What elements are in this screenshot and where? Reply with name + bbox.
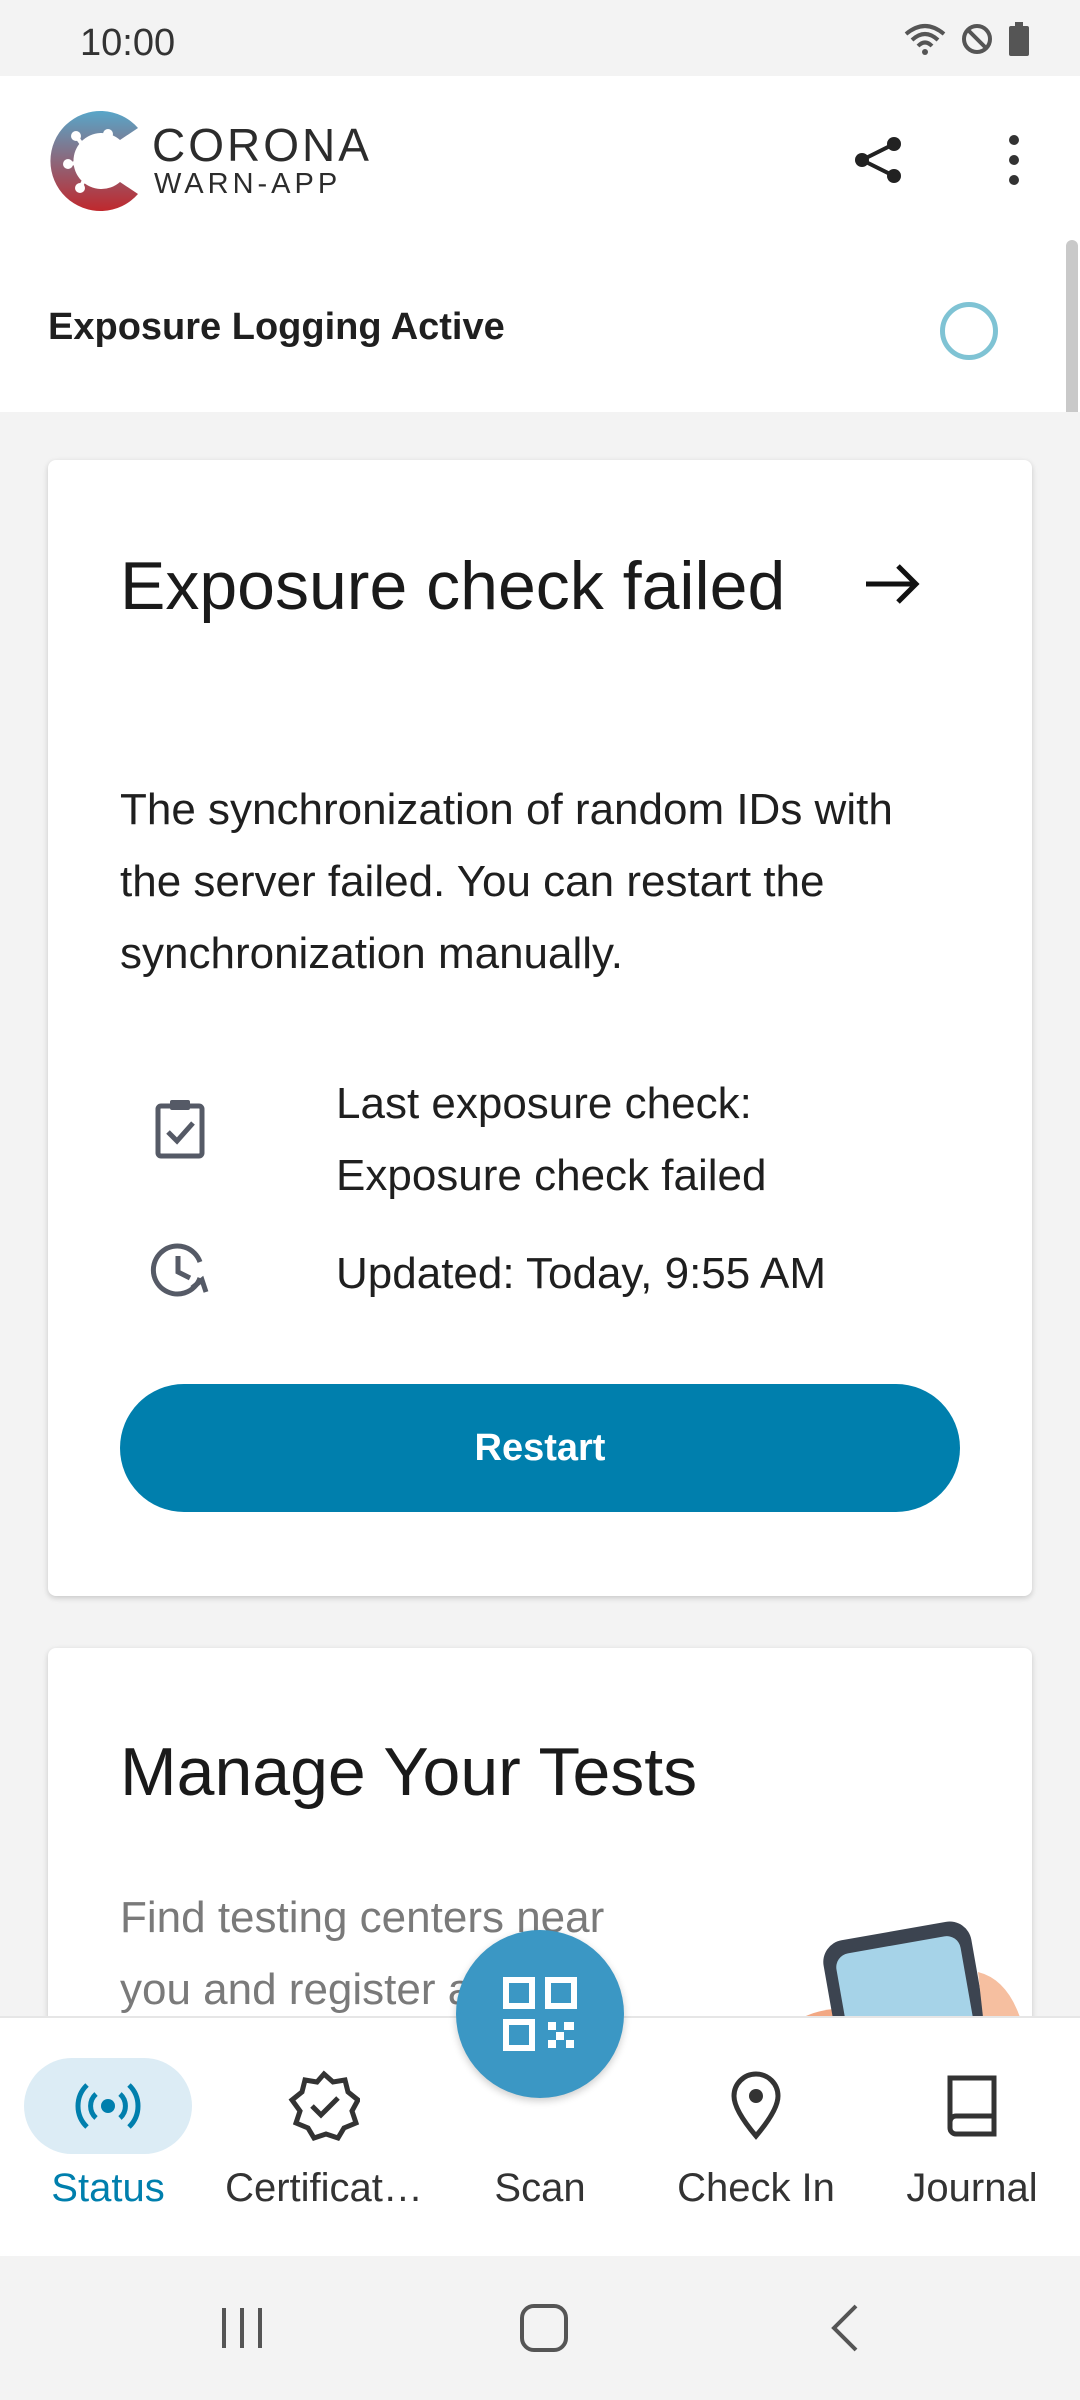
- last-check-value: Exposure check failed: [336, 1151, 767, 1200]
- card-title: Exposure check failed: [120, 548, 786, 624]
- last-check-label: Last exposure check:: [336, 1079, 752, 1128]
- system-navigation-bar: [0, 2256, 1080, 2400]
- status-icons: [904, 22, 1030, 56]
- battery-icon: [1009, 22, 1029, 56]
- home-icon[interactable]: [514, 2298, 574, 2358]
- tests-card-title: Manage Your Tests: [120, 1734, 698, 1810]
- brand-subtitle: WARN-APP: [154, 168, 342, 200]
- nav-journal-label: Journal: [906, 2166, 1038, 2210]
- nav-check-in[interactable]: Check In: [648, 2018, 864, 2258]
- back-icon[interactable]: [816, 2298, 876, 2358]
- brand-name: CORONA: [152, 119, 372, 171]
- certificate-badge-icon: [288, 2070, 360, 2142]
- exposure-check-card[interactable]: Exposure check failed The synchronizatio…: [48, 460, 1032, 1596]
- do-not-disturb-icon: [962, 24, 992, 54]
- main-content: Exposure check failed The synchronizatio…: [0, 412, 1080, 2016]
- card-body-text: The synchronization of random IDs with t…: [120, 785, 893, 978]
- corona-warn-app-logo: [50, 111, 138, 211]
- arrow-right-icon[interactable]: [860, 552, 924, 616]
- location-pin-icon: [731, 2071, 781, 2140]
- scan-fab-button[interactable]: [456, 1930, 624, 2098]
- clipboard-check-icon: [155, 1100, 205, 1159]
- exposure-logging-label: Exposure Logging Active: [48, 306, 505, 348]
- last-check-text: Last exposure check: Exposure check fail…: [336, 1068, 766, 1212]
- updated-text: Updated: Today, 9:55 AM: [336, 1249, 827, 1298]
- nav-scan-label: Scan: [494, 2166, 586, 2210]
- restart-button[interactable]: Restart: [120, 1384, 960, 1512]
- updated-row: Updated: Today, 9:55 AM: [120, 1238, 960, 1358]
- status-time: 10:00: [80, 22, 176, 64]
- nav-certificates-label: Certificat…: [225, 2166, 423, 2210]
- nav-certificates[interactable]: Certificat…: [216, 2018, 432, 2258]
- clock-refresh-icon: [150, 1243, 209, 1297]
- recent-apps-icon[interactable]: [212, 2298, 272, 2358]
- wifi-icon: [904, 24, 946, 55]
- journal-book-icon: [947, 2075, 997, 2137]
- phone-hand-illustration: [806, 1921, 1020, 2016]
- more-options-icon[interactable]: [984, 130, 1044, 190]
- nav-status[interactable]: Status: [0, 2018, 216, 2258]
- last-check-row: Last exposure check: Exposure check fail…: [120, 1068, 960, 1200]
- nav-journal[interactable]: Journal: [864, 2018, 1080, 2258]
- status-bar: 10:00: [0, 0, 1080, 76]
- share-icon[interactable]: [848, 130, 908, 190]
- broadcast-icon: [75, 2083, 141, 2129]
- nav-check-in-label: Check In: [677, 2166, 835, 2210]
- exposure-logging-row[interactable]: Exposure Logging Active: [0, 244, 1080, 414]
- qr-code-icon: [503, 1977, 577, 2051]
- tracing-status-ring-icon: [940, 302, 998, 360]
- nav-status-label: Status: [51, 2166, 165, 2210]
